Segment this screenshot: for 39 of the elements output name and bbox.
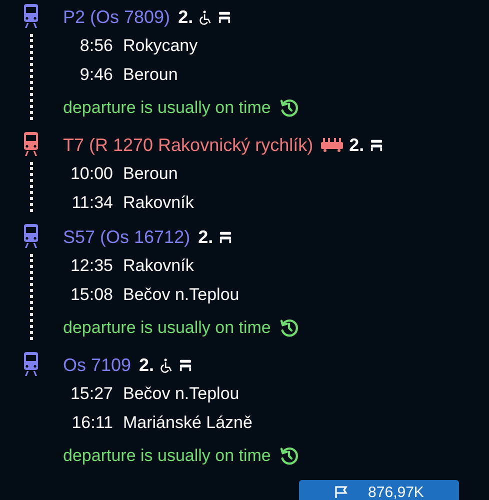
seat-icon — [179, 358, 192, 372]
stop-time: 15:27 — [69, 384, 113, 404]
class-label: 2. — [349, 134, 364, 156]
station-name: Beroun — [122, 164, 178, 184]
station-name: Bečov n.Teplou — [122, 284, 240, 304]
seat-icon — [370, 138, 384, 152]
stop-time: 10:00 — [69, 164, 113, 184]
station-name: Beroun — [122, 64, 178, 84]
train-name: P2 (Os 7809) — [63, 6, 170, 28]
seat-icon — [218, 10, 232, 24]
flag-icon — [334, 486, 348, 498]
class-label: 2. — [139, 354, 154, 376]
train-name: Os 7109 — [63, 354, 132, 376]
stop-time: 9:46 — [78, 64, 113, 84]
class-label: 2. — [178, 6, 194, 28]
stop-time: 11:34 — [70, 192, 113, 212]
stop-time: 16:11 — [70, 412, 113, 432]
stop-time: 12:35 — [69, 256, 113, 276]
stop-time: 8:56 — [78, 36, 113, 56]
station-name: Bečov n.Teplou — [122, 384, 240, 404]
stop-time: 15:08 — [69, 284, 113, 304]
station-name: Rakovník — [122, 192, 194, 212]
history-icon — [278, 446, 299, 466]
download-button[interactable]: 876,97K — [299, 480, 459, 500]
class-label: 2. — [198, 226, 214, 248]
seat-icon — [219, 230, 232, 244]
train-name: T7 (R 1270 Rakovnický rychlík) — [63, 134, 314, 156]
train-name: S57 (Os 16712) — [63, 226, 190, 248]
punctuality-note: departure is usually on time — [63, 98, 271, 118]
history-icon — [278, 98, 299, 118]
station-name: Rokycany — [122, 36, 198, 56]
punctuality-note: departure is usually on time — [63, 446, 271, 466]
station-name: Rakovník — [122, 256, 194, 276]
station-name: Mariánské Lázně — [122, 412, 252, 432]
wheelchair-icon — [199, 10, 212, 24]
wagon-icon — [321, 138, 344, 152]
punctuality-note: departure is usually on time — [63, 318, 271, 338]
wheelchair-icon — [160, 358, 174, 372]
history-icon — [278, 318, 299, 338]
